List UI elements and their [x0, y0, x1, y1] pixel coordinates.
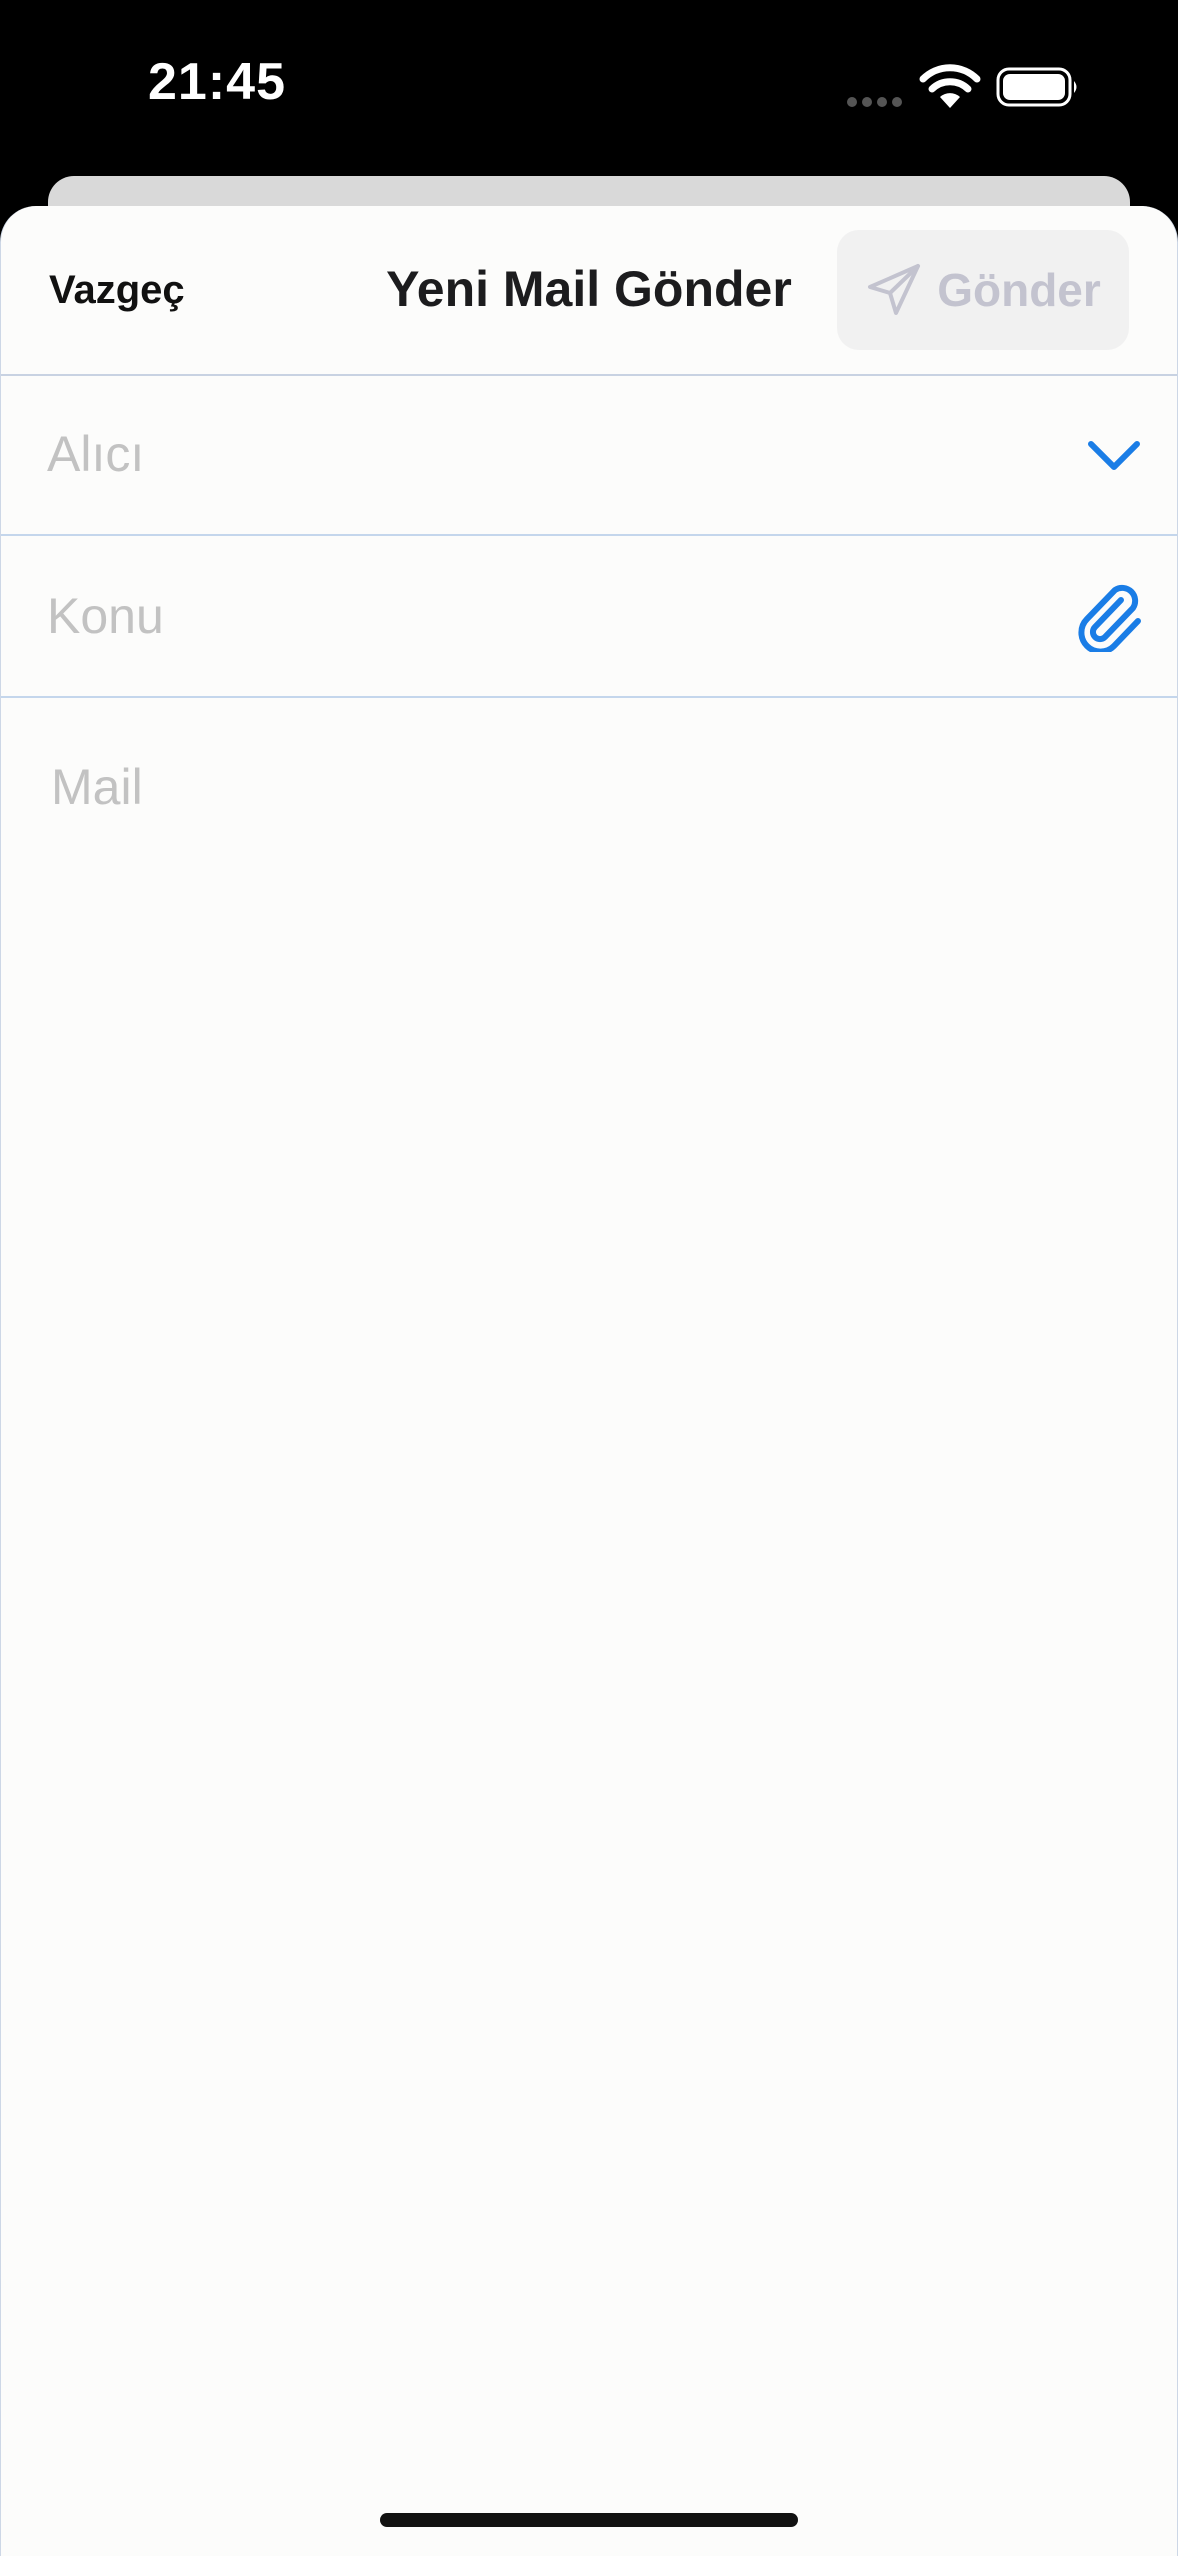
battery-icon [996, 67, 1077, 107]
chevron-down-icon[interactable] [1085, 426, 1143, 484]
mail-body-input[interactable] [51, 758, 1131, 2458]
home-indicator[interactable] [380, 2513, 798, 2527]
cancel-button[interactable]: Vazgeç [49, 268, 185, 313]
recipient-input[interactable] [47, 414, 1027, 494]
subject-input[interactable] [47, 576, 1027, 656]
navigation-bar: Vazgeç Yeni Mail Gönder Gönder [1, 206, 1177, 376]
paperclip-icon[interactable] [1077, 580, 1147, 652]
wifi-icon [919, 64, 981, 108]
subject-row [1, 536, 1177, 698]
send-button[interactable]: Gönder [837, 230, 1129, 350]
compose-sheet: Vazgeç Yeni Mail Gönder Gönder [0, 206, 1178, 2556]
screen: 21:45 Vazgeç Yeni Mail Gönder Gönder Alı… [0, 0, 1178, 2556]
cellular-dots-icon [847, 97, 902, 107]
send-button-label: Gönder [937, 264, 1101, 316]
status-bar: 21:45 [0, 0, 1178, 176]
recipient-row [1, 374, 1177, 536]
status-time: 21:45 [148, 53, 286, 111]
paper-plane-icon [868, 264, 921, 315]
